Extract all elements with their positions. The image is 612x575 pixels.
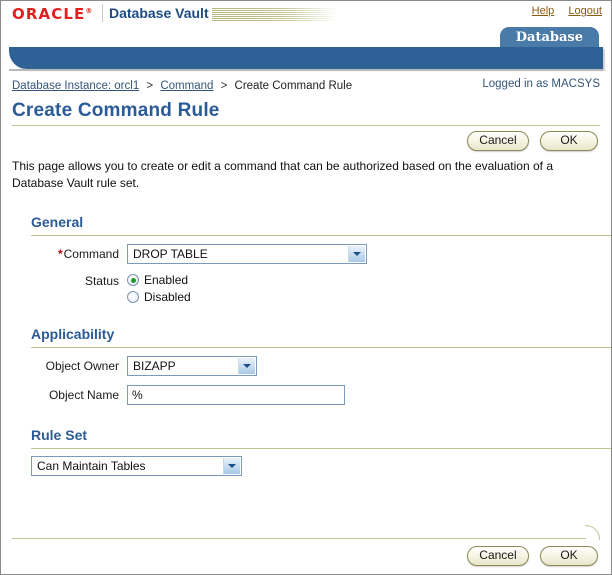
cancel-button-bottom[interactable]: Cancel (467, 546, 529, 566)
field-status-label: Status (84, 274, 119, 288)
status-radio-group: Enabled Disabled (127, 273, 191, 304)
product-name: Database Vault (109, 5, 209, 21)
object-owner-select[interactable]: BIZAPP (127, 356, 257, 376)
logged-in-status: Logged in as MACSYS (482, 78, 600, 90)
section-rule-set-header: Rule Set (31, 427, 600, 447)
decorative-stripes (212, 8, 338, 21)
global-links: Help Logout (521, 5, 602, 17)
section-general: General *Command DROP TABLE Status Enabl… (31, 214, 611, 304)
breadcrumb: Database Instance: orcl1 > Command > Cre… (12, 80, 352, 92)
section-rule-set: Rule Set Can Maintain Tables (31, 427, 611, 476)
section-applicability: Applicability Object Owner BIZAPP Object… (31, 326, 611, 405)
section-rule-set-title: Rule Set (31, 427, 88, 443)
cancel-button-top[interactable]: Cancel (467, 131, 529, 151)
radio-status-enabled-label: Enabled (144, 273, 189, 287)
page-content: Database Instance: orcl1 > Command > Cre… (1, 72, 611, 476)
chevron-down-icon[interactable] (238, 358, 255, 374)
rule-set-select[interactable]: Can Maintain Tables (31, 456, 242, 476)
branding-divider (102, 4, 103, 22)
breadcrumb-row: Database Instance: orcl1 > Command > Cre… (12, 72, 600, 96)
field-command-label-text: Command (63, 247, 119, 261)
page-instructions: This page allows you to create or edit a… (12, 159, 554, 190)
field-command: *Command DROP TABLE (31, 244, 600, 264)
radio-selected-icon[interactable] (127, 274, 139, 286)
field-command-label: *Command (31, 247, 127, 261)
chevron-down-icon[interactable] (223, 458, 240, 474)
section-general-body: *Command DROP TABLE Status Enabled Disab… (31, 236, 600, 304)
top-button-group: Cancel OK (459, 131, 598, 151)
object-name-input[interactable] (127, 385, 345, 405)
ok-button-top[interactable]: OK (540, 131, 598, 151)
breadcrumb-item-instance[interactable]: Database Instance: orcl1 (12, 80, 139, 92)
command-select-value: DROP TABLE (133, 247, 208, 261)
breadcrumb-separator: > (220, 80, 228, 92)
section-applicability-body: Object Owner BIZAPP Object Name (31, 348, 600, 405)
registered-mark-icon: ® (85, 7, 93, 15)
top-action-row: Cancel OK (12, 126, 600, 156)
bottom-action-zone: Cancel OK (12, 525, 600, 566)
radio-unselected-icon[interactable] (127, 291, 139, 303)
bottom-button-group: Cancel OK (12, 539, 600, 566)
bottom-divider (12, 525, 600, 540)
field-status: Status Enabled Disabled (31, 273, 600, 304)
section-applicability-header: Applicability (31, 326, 600, 346)
chevron-down-icon[interactable] (348, 246, 365, 262)
tab-strip: Database (1, 27, 611, 72)
field-object-owner: Object Owner BIZAPP (31, 356, 600, 376)
section-general-header: General (31, 214, 600, 234)
breadcrumb-separator: > (146, 80, 154, 92)
branding-bar: ORACLE® Database Vault Help Logout (1, 1, 611, 27)
field-object-name: Object Name (31, 385, 600, 405)
radio-status-disabled-label: Disabled (144, 290, 191, 304)
oracle-logo-text: ORACLE (12, 5, 86, 23)
radio-status-enabled[interactable]: Enabled (127, 273, 191, 287)
field-object-name-label: Object Name (48, 388, 119, 402)
application-window: ORACLE® Database Vault Help Logout Datab… (0, 0, 612, 575)
object-owner-select-value: BIZAPP (133, 359, 176, 373)
banner-underline (9, 69, 603, 71)
tab-database[interactable]: Database (499, 27, 599, 47)
help-link[interactable]: Help (532, 5, 555, 17)
radio-status-disabled[interactable]: Disabled (127, 290, 191, 304)
ok-button-bottom[interactable]: OK (540, 546, 598, 566)
section-applicability-title: Applicability (31, 326, 115, 342)
section-general-title: General (31, 214, 84, 230)
breadcrumb-item-command[interactable]: Command (160, 80, 213, 92)
oracle-logo: ORACLE® (12, 5, 92, 23)
page-title: Create Command Rule (12, 100, 220, 121)
command-select[interactable]: DROP TABLE (127, 244, 367, 264)
rule-set-select-value: Can Maintain Tables (37, 459, 146, 473)
section-rule-set-body: Can Maintain Tables (31, 449, 600, 476)
field-object-owner-label: Object Owner (45, 359, 119, 373)
logout-link[interactable]: Logout (568, 5, 602, 17)
banner-bar (9, 47, 603, 69)
breadcrumb-item-current: Create Command Rule (234, 80, 353, 92)
